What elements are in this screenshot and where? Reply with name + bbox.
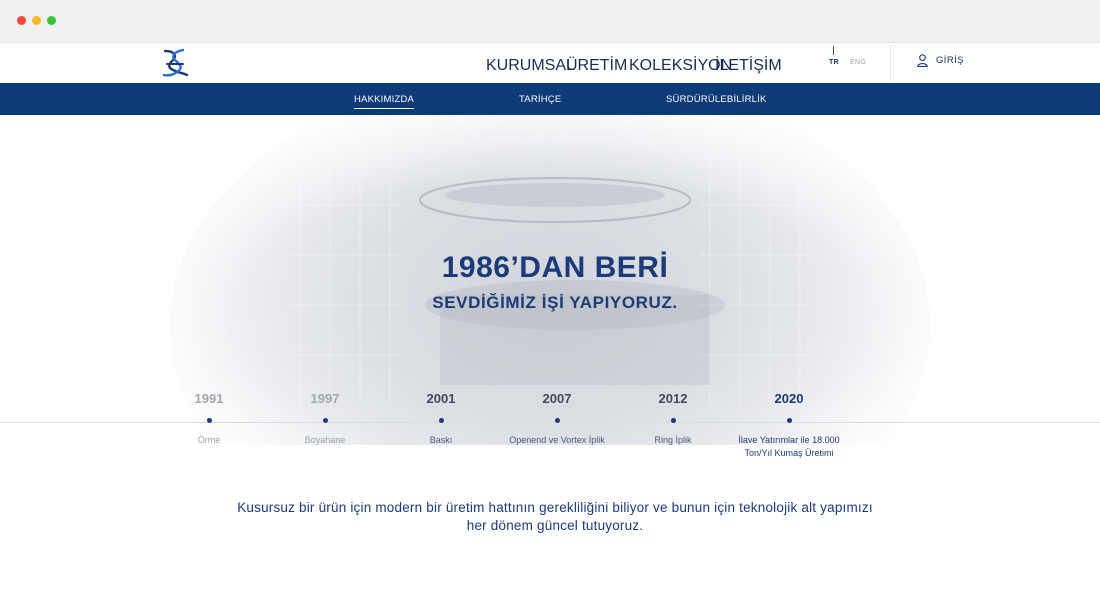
lang-eng-button[interactable]: ENG (850, 59, 866, 66)
subnav-item-tarihce[interactable]: TARİHÇE (519, 94, 561, 105)
brand-logo[interactable] (161, 48, 189, 78)
lang-divider (833, 46, 834, 55)
timeline-label: İlave Yatırımlar ile 18.000 Ton/Yıl Kuma… (738, 435, 840, 458)
timeline-item-active[interactable]: 2020 İlave Yatırımlar ile 18.000 Ton/Yıl… (724, 391, 854, 460)
timeline-dot (206, 418, 212, 423)
user-icon (917, 54, 928, 67)
subnav-item-surdurulebilirlik[interactable]: SÜRDÜRÜLEBİLİRLİK (666, 94, 767, 105)
nav-item-uretim[interactable]: ÜRETİM (566, 57, 627, 75)
close-window-button[interactable] (17, 16, 26, 25)
hero-description: Kusursuz bir ürün için modern bir üretim… (237, 500, 873, 533)
login-button[interactable]: GİRİŞ (917, 54, 964, 67)
timeline-dot (438, 418, 444, 423)
minimize-window-button[interactable] (32, 16, 41, 25)
hero-section: 1986’DAN BERİ SEVDİĞİMİZ İŞİ YAPIYORUZ. … (0, 115, 1100, 601)
maximize-window-button[interactable] (47, 16, 56, 25)
login-label: GİRİŞ (936, 55, 964, 66)
timeline-year: 2020 (774, 391, 804, 406)
header-divider (890, 45, 891, 81)
sub-nav: HAKKIMIZDA TARİHÇE SÜRDÜRÜLEBİLİRLİK (0, 83, 1100, 115)
nav-item-iletisim[interactable]: İLETİŞİM (715, 57, 782, 75)
timeline-dot (670, 418, 676, 423)
browser-chrome (0, 0, 1100, 43)
timeline-dot (554, 418, 560, 423)
nav-item-kurumsal[interactable]: KURUMSAL (486, 57, 575, 75)
timeline-dot (786, 418, 792, 423)
site-header: KURUMSAL ÜRETİM KOLEKSİYON İLETİŞİM TR E… (0, 43, 1100, 83)
hero-subtitle: SEVDİĞİMİZ İŞİ YAPIYORUZ. (432, 293, 678, 312)
timeline-dot (322, 418, 328, 423)
logo-icon (162, 48, 189, 77)
lang-tr-button[interactable]: TR (829, 59, 839, 66)
subnav-item-hakkimizda[interactable]: HAKKIMIZDA (354, 94, 415, 109)
hero-title: 1986’DAN BERİ (441, 251, 669, 284)
